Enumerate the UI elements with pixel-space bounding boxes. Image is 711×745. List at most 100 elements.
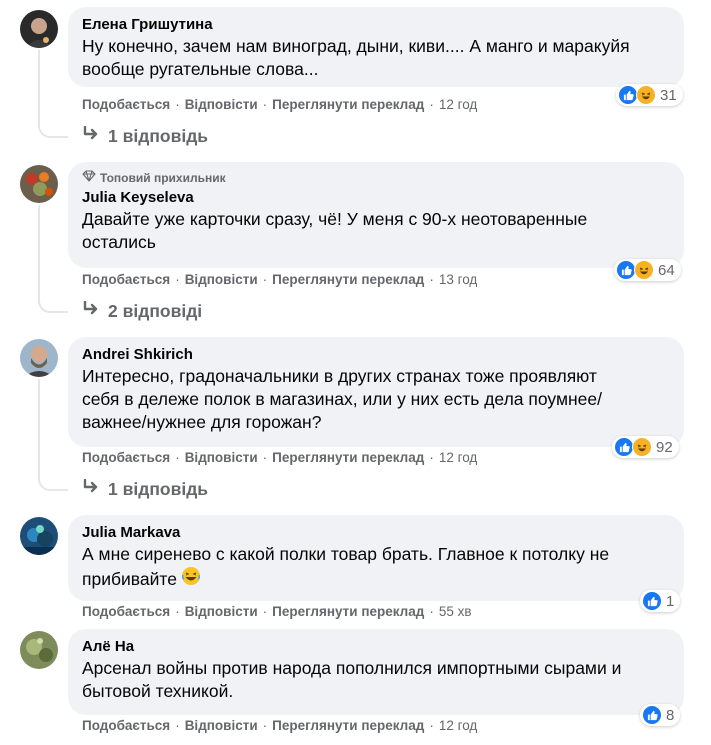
comment-timestamp[interactable]: 55 хв bbox=[439, 604, 472, 619]
comment-timestamp[interactable]: 12 год bbox=[439, 450, 477, 465]
reaction-count: 64 bbox=[658, 261, 675, 279]
reply-arrow-icon bbox=[82, 125, 100, 147]
translate-button[interactable]: Переглянути переклад bbox=[272, 604, 424, 619]
reaction-summary[interactable]: 1 bbox=[640, 590, 681, 612]
like-icon bbox=[614, 437, 634, 457]
comment-actions: Подобається · Відповісти · Переглянути п… bbox=[82, 97, 477, 112]
like-icon bbox=[642, 705, 662, 725]
comment-text-line: бытовой техникой. bbox=[82, 681, 234, 701]
comment-author[interactable]: Andrei Shkirich bbox=[82, 345, 672, 365]
separator: · bbox=[175, 97, 180, 112]
thread-line bbox=[38, 205, 40, 295]
comment-author[interactable]: Julia Markava bbox=[82, 523, 672, 543]
reply-arrow-icon bbox=[82, 478, 100, 500]
thread-line bbox=[38, 379, 40, 473]
badge-label: Топовий прихильник bbox=[100, 171, 226, 185]
top-fan-badge: Топовий прихильник bbox=[82, 170, 672, 186]
reaction-summary[interactable]: 31 bbox=[616, 84, 683, 106]
separator: · bbox=[429, 272, 434, 287]
reaction-count: 92 bbox=[656, 438, 673, 456]
comment-text-fragment: прибивайте bbox=[82, 568, 177, 589]
comment-timestamp[interactable]: 12 год bbox=[439, 718, 477, 733]
thread-curve bbox=[38, 295, 68, 313]
separator: · bbox=[429, 718, 434, 733]
reply-button[interactable]: Відповісти bbox=[185, 97, 258, 112]
comment-text-line: важнее/нужнее для горожан? bbox=[82, 412, 322, 432]
separator: · bbox=[175, 604, 180, 619]
comment-bubble: Елена Гришутина Ну конечно, зачем нам ви… bbox=[68, 7, 684, 87]
avatar[interactable] bbox=[20, 517, 58, 555]
comment-bubble: Andrei Shkirich Интересно, градоначальни… bbox=[68, 337, 684, 447]
avatar[interactable] bbox=[20, 631, 58, 669]
laughing-emoji-icon bbox=[181, 566, 201, 592]
translate-button[interactable]: Переглянути переклад bbox=[272, 272, 424, 287]
comment-author[interactable]: Алё На bbox=[82, 637, 672, 657]
translate-button[interactable]: Переглянути переклад bbox=[272, 718, 424, 733]
comment-text: Ну конечно, зачем нам виноград, дыни, ки… bbox=[82, 35, 672, 81]
haha-icon bbox=[632, 437, 652, 457]
comment-text-line: Арсенал войны против народа пополнился и… bbox=[82, 658, 622, 678]
comment-text: Арсенал войны против народа пополнился и… bbox=[82, 657, 672, 703]
reply-button[interactable]: Відповісти bbox=[185, 272, 258, 287]
separator: · bbox=[429, 604, 434, 619]
reaction-summary[interactable]: 8 bbox=[640, 704, 681, 726]
comment-actions: Подобається · Відповісти · Переглянути п… bbox=[82, 272, 477, 287]
comment-timestamp[interactable]: 13 год bbox=[439, 272, 477, 287]
comment-text-line: Ну конечно, зачем нам виноград, дыни, ки… bbox=[82, 36, 630, 56]
reply-button[interactable]: Відповісти bbox=[185, 604, 258, 619]
view-replies-button[interactable]: 2 відповіді bbox=[82, 300, 203, 322]
separator: · bbox=[429, 97, 434, 112]
separator: · bbox=[262, 97, 268, 112]
thread-curve bbox=[38, 120, 68, 138]
comment-author[interactable]: Елена Гришутина bbox=[82, 15, 672, 35]
separator: · bbox=[175, 450, 180, 465]
comment-author[interactable]: Julia Keyseleva bbox=[82, 188, 672, 208]
like-button[interactable]: Подобається bbox=[82, 604, 170, 619]
reply-button[interactable]: Відповісти bbox=[185, 718, 258, 733]
avatar[interactable] bbox=[20, 165, 58, 203]
reply-arrow-icon bbox=[82, 300, 100, 322]
view-replies-button[interactable]: 1 відповідь bbox=[82, 125, 209, 147]
comment-timestamp[interactable]: 12 год bbox=[439, 97, 477, 112]
like-icon bbox=[618, 85, 638, 105]
reaction-summary[interactable]: 92 bbox=[612, 436, 679, 458]
reaction-count: 8 bbox=[666, 706, 675, 724]
like-button[interactable]: Подобається bbox=[82, 97, 170, 112]
haha-icon bbox=[636, 85, 656, 105]
comment-text-line: вообще ругательные слова... bbox=[82, 59, 319, 79]
view-replies-button[interactable]: 1 відповідь bbox=[82, 478, 209, 500]
comment-bubble: Julia Markava А мне сиренево с какой пол… bbox=[68, 515, 684, 601]
haha-icon bbox=[634, 260, 654, 280]
like-button[interactable]: Подобається bbox=[82, 718, 170, 733]
comment-text-line: Интересно, градоначальники в других стра… bbox=[82, 366, 597, 386]
comment-text-line: Давайте уже карточки сразу, чё! У меня с… bbox=[82, 209, 588, 229]
replies-count: 1 відповідь bbox=[108, 479, 209, 499]
comment-actions: Подобається · Відповісти · Переглянути п… bbox=[82, 718, 477, 733]
separator: · bbox=[262, 718, 268, 733]
comment-text-line: прибивайте bbox=[82, 566, 672, 592]
like-button[interactable]: Подобається bbox=[82, 272, 170, 287]
like-icon bbox=[616, 260, 636, 280]
like-button[interactable]: Подобається bbox=[82, 450, 170, 465]
comment-actions: Подобається · Відповісти · Переглянути п… bbox=[82, 450, 477, 465]
diamond-icon bbox=[82, 170, 96, 186]
comment-text: Интересно, градоначальники в других стра… bbox=[82, 365, 672, 434]
comment-bubble: Топовий прихильник Julia Keyseleva Давай… bbox=[68, 162, 684, 268]
avatar[interactable] bbox=[20, 339, 58, 377]
reaction-count: 31 bbox=[660, 86, 677, 104]
separator: · bbox=[429, 450, 434, 465]
translate-button[interactable]: Переглянути переклад bbox=[272, 97, 424, 112]
comment-actions: Подобається · Відповісти · Переглянути п… bbox=[82, 604, 472, 619]
comment-text-line: себя в дележе полок в магазинах, или у н… bbox=[82, 389, 602, 409]
replies-count: 2 відповіді bbox=[108, 301, 203, 321]
reaction-summary[interactable]: 64 bbox=[614, 259, 681, 281]
reply-button[interactable]: Відповісти bbox=[185, 450, 258, 465]
thread-line bbox=[38, 50, 40, 120]
thread-curve bbox=[38, 473, 68, 491]
separator: · bbox=[175, 272, 180, 287]
like-icon bbox=[642, 591, 662, 611]
comment-text-line: остались bbox=[82, 232, 156, 252]
translate-button[interactable]: Переглянути переклад bbox=[272, 450, 424, 465]
replies-count: 1 відповідь bbox=[108, 126, 209, 146]
avatar[interactable] bbox=[20, 10, 58, 48]
